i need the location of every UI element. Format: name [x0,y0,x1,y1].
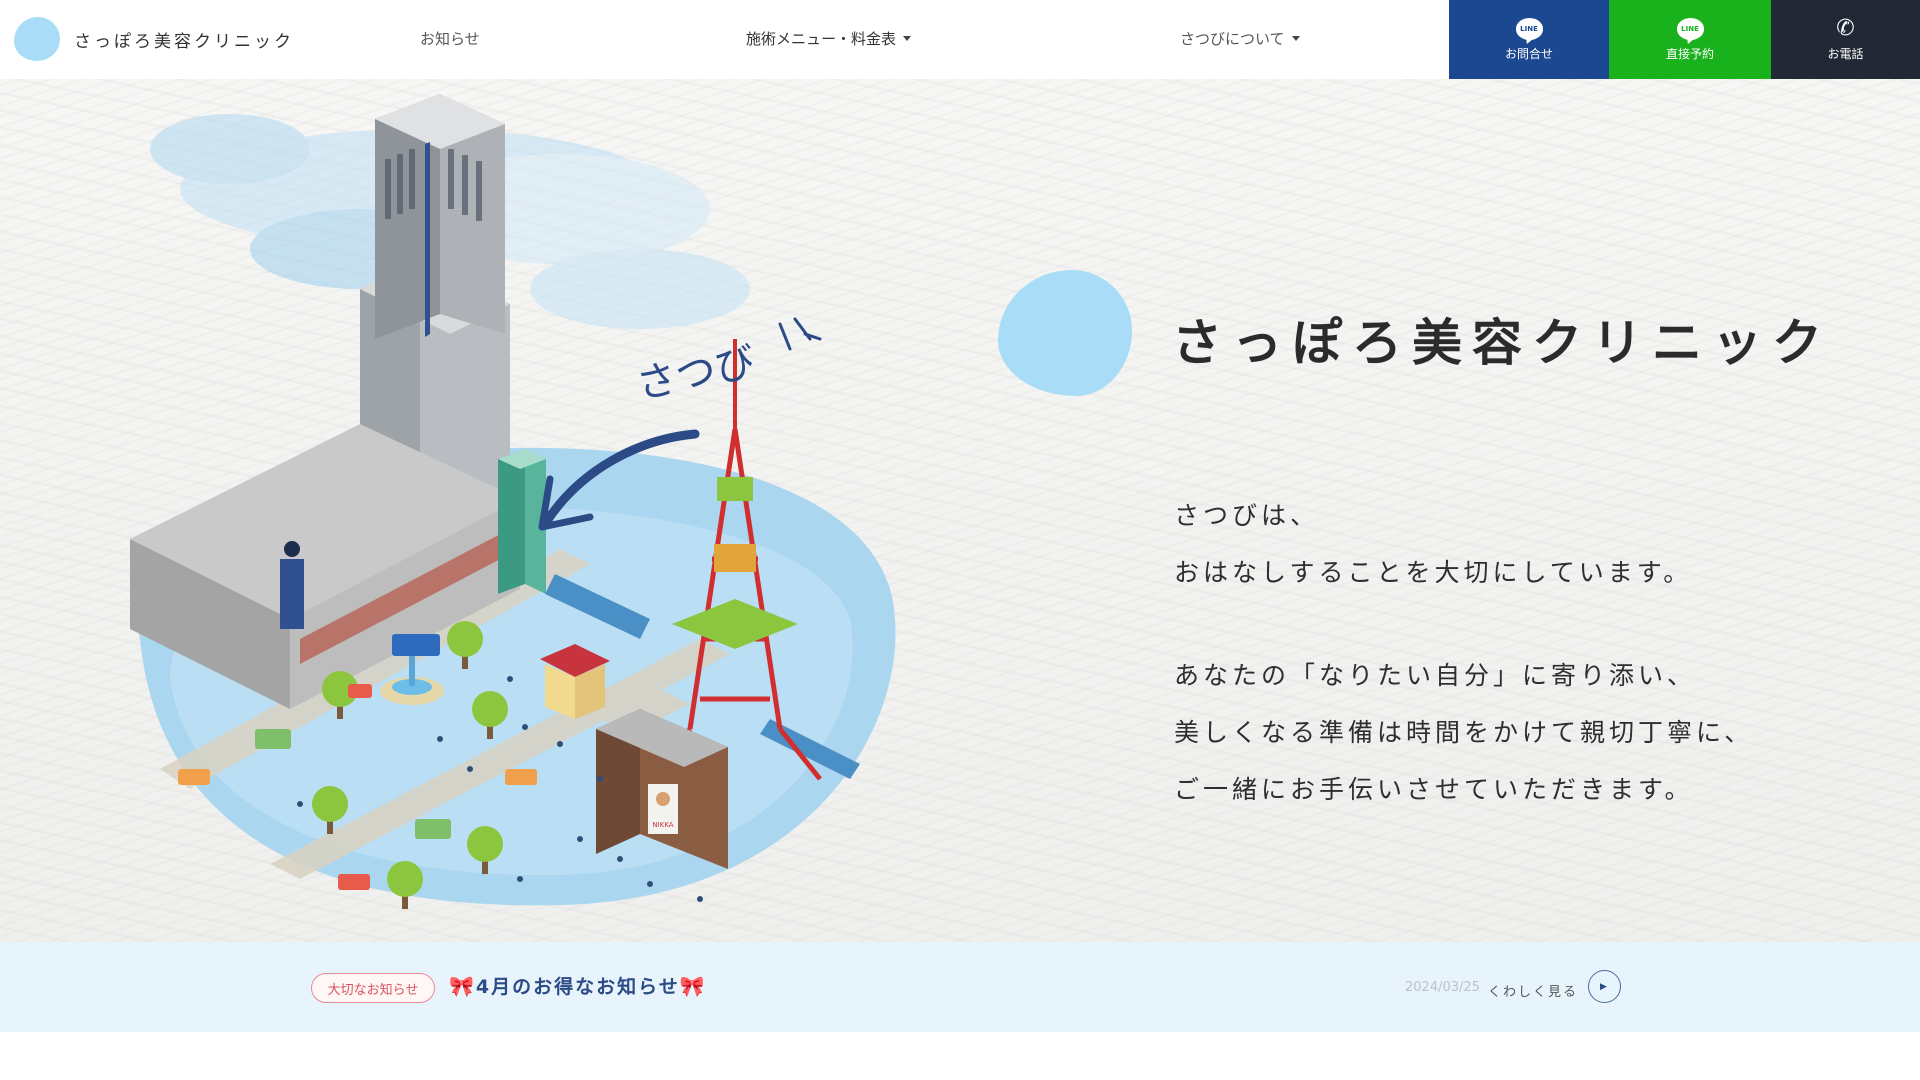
news-more-link[interactable]: くわしく見る ▶ [1488,970,1622,1003]
phone-label: お電話 [1827,46,1864,61]
caret-down-icon [1291,36,1300,41]
hero-copy-line: ご一緒にお手伝いさせていただきます。 [1174,775,1694,804]
satsubi-label: さつび [633,339,760,409]
nav-about[interactable]: さつびについて [1180,28,1300,49]
site-header: さっぽろ美容クリニック お知らせ 施術メニュー・料金表 さつびについて LINE… [0,0,1920,79]
news-date: 2024/03/25 [1405,980,1480,995]
hero-blob-icon [998,270,1132,396]
news-more-label: くわしく見る [1488,985,1579,1000]
hero-copy-line: あなたの「なりたい自分」に寄り添い、 [1174,661,1697,690]
phone-icon: ✆ [1836,15,1855,41]
line-icon: LINE [1676,17,1704,40]
copy-spacer [1174,601,1753,647]
nav-about-label: さつびについて [1180,30,1285,48]
hero-copy-line: さつびは、 [1174,501,1320,530]
hero-copy-line: おはなしすることを大切にしています。 [1174,558,1693,587]
line-reserve-label: 直接予約 [1665,46,1714,61]
hero-copy: さつびは、 おはなしすることを大切にしています。 あなたの「なりたい自分」に寄り… [1174,487,1753,818]
play-arrow-icon: ▶ [1588,970,1622,1003]
line-contact-button[interactable]: LINE お問合せ [1449,0,1609,79]
caret-down-icon [903,36,912,41]
hero-title: さっぽろ美容クリニック [1172,313,1832,372]
logo-blob-icon [14,17,60,61]
nikka-sign-text: NIKKA [652,821,673,829]
important-badge: 大切なお知らせ [311,973,435,1003]
ribbon-icon: 🎀 [449,973,476,998]
news-title-text: 4月のお得なお知らせ [475,976,680,998]
hero-copy-line: 美しくなる準備は時間をかけて親切丁寧に、 [1174,718,1754,747]
nav-menu-price[interactable]: 施術メニュー・料金表 [746,28,912,49]
site-logo[interactable]: さっぽろ美容クリニック [14,17,294,61]
nav-news[interactable]: お知らせ [420,28,480,49]
line-contact-label: お問合せ [1504,46,1553,61]
news-link[interactable]: 🎀 4月のお得なお知らせ 🎀 [449,972,707,999]
page-content-below [0,1032,1920,1080]
nav-news-label: お知らせ [420,30,480,48]
news-bar: 大切なお知らせ 🎀 4月のお得なお知らせ 🎀 2024/03/25 くわしく見る… [0,942,1920,1032]
line-icon: LINE [1515,17,1543,40]
sapporo-city-illustration: NIKKA さつび [130,94,896,909]
phone-button[interactable]: ✆ お電話 [1771,0,1920,79]
line-reserve-button[interactable]: LINE 直接予約 [1609,0,1771,79]
ribbon-icon: 🎀 [679,973,707,998]
nav-menu-label: 施術メニュー・料金表 [746,30,897,48]
logo-text: さっぽろ美容クリニック [74,31,294,52]
hero-section: NIKKA さつび さっぽろ美容クリニック さつびは、 おはなしすることを大切に… [0,79,1920,942]
